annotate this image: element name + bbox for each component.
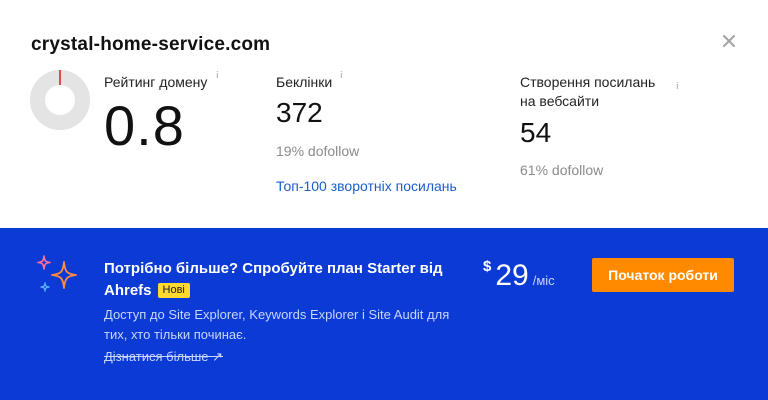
price-currency: $ — [483, 258, 492, 275]
linking-websites-info-icon[interactable]: i — [676, 82, 679, 92]
get-started-button[interactable]: Початок роботи — [592, 258, 734, 292]
ahrefs-popup: crystal-home-service.com Рейтинг домену … — [0, 0, 768, 400]
banner-title-text: Потрібно більше? Спробуйте план Starter … — [104, 260, 443, 299]
domain-rating-info-icon[interactable]: i — [216, 71, 219, 81]
backlinks-dofollow: 19% dofollow — [276, 143, 360, 159]
price: $29/міс — [483, 258, 555, 292]
backlinks-info-icon[interactable]: i — [340, 71, 343, 81]
linking-websites-value: 54 — [520, 117, 552, 148]
domain-rating-label: Рейтинг домену — [104, 74, 208, 90]
linking-websites-label-line1: Створення посилань — [520, 74, 656, 90]
banner-description: Доступ до Site Explorer, Keywords Explor… — [104, 307, 450, 342]
close-icon[interactable] — [718, 30, 740, 52]
backlinks-value: 372 — [276, 97, 323, 128]
summary-panel: crystal-home-service.com Рейтинг домену … — [0, 0, 768, 228]
top-backlinks-link[interactable]: Топ-100 зворотніх посилань — [276, 178, 457, 194]
linking-websites-label-line2: на вебсайти — [520, 93, 600, 109]
banner-title: Потрібно більше? Спробуйте план Starter … — [104, 258, 444, 302]
price-period: /міс — [532, 273, 555, 288]
domain-rating-donut — [30, 70, 90, 130]
price-amount: 29 — [495, 259, 529, 292]
new-badge: Нові — [157, 283, 190, 298]
sparkles-icon — [30, 254, 82, 298]
upgrade-banner: Потрібно більше? Спробуйте план Starter … — [0, 228, 768, 400]
learn-more-link[interactable]: Дізнатися більше ↗ — [104, 349, 223, 365]
linking-websites-dofollow: 61% dofollow — [520, 162, 604, 178]
domain-rating-value: 0.8 — [104, 94, 185, 157]
domain-title: crystal-home-service.com — [31, 34, 271, 55]
backlinks-label: Беклінки — [276, 74, 333, 90]
